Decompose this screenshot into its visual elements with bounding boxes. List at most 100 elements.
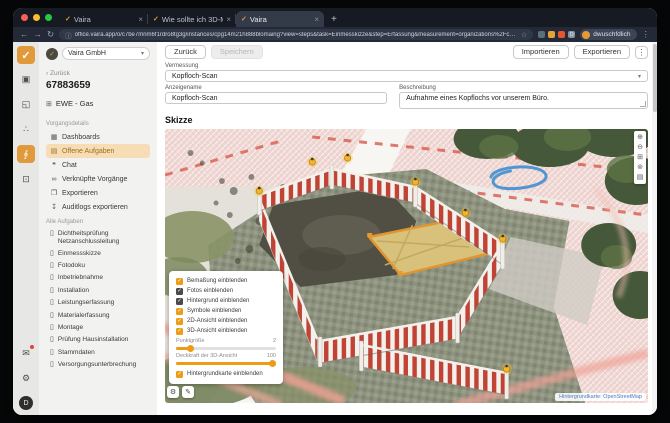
contacts-icon[interactable]: ⊡ [17,170,35,188]
layer-checkbox-row[interactable]: Hintergrund einblenden [176,296,276,306]
sidebar-task-item[interactable]: ▯ Fotodoku [46,260,150,272]
org-avatar: ✓ [46,48,58,60]
slider-thumb[interactable] [187,345,194,352]
bookmark-star-icon[interactable]: ☆ [521,31,527,39]
layers-icon[interactable]: ▤ [637,173,644,182]
viewer-settings-gear-icon[interactable]: ⚙ [167,386,179,398]
layer-checkbox-row[interactable]: 2D-Ansicht einblenden [176,316,276,326]
checkbox[interactable] [176,278,183,285]
browser-tab[interactable]: ✓ Vaira × [60,11,148,27]
workflow-icon[interactable]: ∴ [17,120,35,138]
layer-checkbox-row[interactable]: Bemaßung einblenden [176,276,276,286]
extension-icon[interactable] [538,31,545,38]
sidebar-task-item[interactable]: ▯ Einmessskizze [46,248,150,260]
attachments-icon[interactable]: ∮ [17,145,35,163]
browser-profile-chip[interactable]: dwuschfdlich [580,29,636,40]
sidebar-task-item[interactable]: ▯ Leistungserfassung [46,297,150,309]
slider-thumb[interactable] [269,360,276,367]
page-scrollbar[interactable] [652,42,657,415]
sidebar-task-item[interactable]: ▯ Installation [46,285,150,297]
map-attribution[interactable]: Hintergrundkarte: OpenStreetMap [555,393,646,401]
sidebar-task-item[interactable]: ▯ Prüfung Hausinstallation [46,334,150,346]
document-icon: ▯ [50,299,54,307]
window-minimize-button[interactable] [33,14,40,21]
extension-icon[interactable] [548,31,555,38]
sidebar-nav-item[interactable]: ↧ Auditlogs exportieren [46,200,150,214]
back-navigation-icon[interactable]: ← [20,30,29,39]
back-link[interactable]: ‹ Zurück [46,70,150,77]
measure-icon[interactable]: ◱ [17,95,35,113]
zoom-in-icon[interactable]: ⊕ [637,133,643,142]
layer-checkbox-row[interactable]: Fotos einblenden [176,286,276,296]
fit-view-icon[interactable]: ⊞ [637,153,643,162]
export-button[interactable]: Exportieren [574,45,630,59]
org-switcher[interactable]: Vaira GmbH ▾ [62,47,150,60]
reload-icon[interactable]: ↻ [47,30,54,39]
sidebar-nav-item[interactable]: ∞ Verknüpfte Vorgänge [46,172,150,186]
checkbox-label: 3D-Ansicht einblenden [187,328,247,334]
window-close-button[interactable] [21,14,28,21]
checkbox[interactable] [176,308,183,315]
checkbox-label: Symbole einblenden [187,308,241,314]
camera-icon[interactable]: ▣ [17,70,35,88]
checkbox[interactable] [176,328,183,335]
browser-menu-icon[interactable]: ⋮ [642,30,651,39]
document-icon: ▯ [50,312,54,320]
user-avatar[interactable]: D [19,396,33,410]
globe-icon[interactable]: ⊚ [637,163,643,172]
background-map-checkbox-row[interactable]: Hintergrundkarte einblenden [176,369,276,379]
window-maximize-button[interactable] [45,14,52,21]
site-info-icon[interactable]: ⓘ [65,30,72,40]
tab-close-icon[interactable]: × [314,15,319,24]
settings-gear-icon[interactable]: ⚙ [17,369,35,387]
project-row[interactable]: ⊞ EWE - Gas [46,99,150,108]
checkbox[interactable] [176,298,183,305]
layer-checkbox-row[interactable]: 3D-Ansicht einblenden [176,326,276,336]
checkbox[interactable] [176,318,183,325]
point-size-value: 2 [273,338,276,344]
name-label: Anzeigename [165,85,387,91]
new-tab-button[interactable]: + [331,14,337,25]
sidebar-task-item[interactable]: ▯ Inbetriebnahme [46,272,150,284]
sidebar-nav-item[interactable]: ❐ Exportieren [46,186,150,200]
checkbox[interactable] [176,288,183,295]
back-button[interactable]: Zurück [165,45,206,59]
sidebar-task-item[interactable]: ▯ Dichtheitsprüfung Netzanschlussleitung [46,228,150,248]
more-options-icon[interactable]: ⋮ [635,46,648,59]
description-field[interactable]: Aufnahme eines Kopflochs vor unserem Bür… [399,92,648,109]
layer-checkbox-row[interactable]: Symbole einblenden [176,306,276,316]
vaira-favicon-icon: ✓ [153,15,159,23]
tab-close-icon[interactable]: × [226,15,231,24]
forward-navigation-icon[interactable]: → [34,30,43,39]
tab-close-icon[interactable]: × [138,15,143,24]
scrollbar-thumb[interactable] [653,44,657,112]
inbox-icon[interactable]: ✉ [17,344,35,362]
checkbox-label: Hintergrundkarte einblenden [187,371,263,377]
pointcloud-viewer[interactable]: ⊕ ⊖ ⊞ ⊚ ▤ Bemaßung einblenden Fotos einb… [165,129,648,403]
sidebar-nav-item[interactable]: ▤ Offene Aufgaben [46,144,150,158]
measurement-select[interactable]: Kopfloch-Scan ▾ [165,70,648,82]
import-button[interactable]: Importieren [513,45,569,59]
sidebar-nav-item[interactable]: ❝ Chat [46,158,150,172]
viewer-toolbar: ⊕ ⊖ ⊞ ⊚ ▤ [634,131,646,184]
browser-tab[interactable]: ✓ Vaira × [236,11,324,27]
vaira-favicon-icon: ✓ [65,15,71,23]
sidebar-task-item[interactable]: ▯ Stammdaten [46,347,150,359]
extension-icon[interactable] [558,31,565,38]
nav-item-icon: ▤ [50,147,58,155]
sidebar-nav-item[interactable]: ▦ Dashboards [46,130,150,144]
sidebar-task-item[interactable]: ▯ Montage [46,322,150,334]
extension-icon[interactable]: D [568,31,575,38]
draw-pencil-icon[interactable]: ✎ [182,386,194,398]
name-field[interactable]: Kopfloch-Scan [165,92,387,104]
sidebar-task-item[interactable]: ▯ Versorgungsunterbrechung [46,359,150,371]
save-button[interactable]: Speichern [211,45,263,59]
browser-tab[interactable]: ✓ Wie sollte ich 3D-Modelle mi × [148,11,236,27]
point-size-slider[interactable] [176,347,276,350]
zoom-out-icon[interactable]: ⊖ [637,143,643,152]
task-label: Leistungserfassung [58,299,114,307]
checkbox[interactable] [176,371,183,378]
sidebar-task-item[interactable]: ▯ Materialerfassung [46,310,150,322]
opacity-slider[interactable] [176,362,276,365]
address-bar[interactable]: ⓘ office.vaira.app/o/c7be7mnm6f1rdro8tg3… [59,29,533,40]
